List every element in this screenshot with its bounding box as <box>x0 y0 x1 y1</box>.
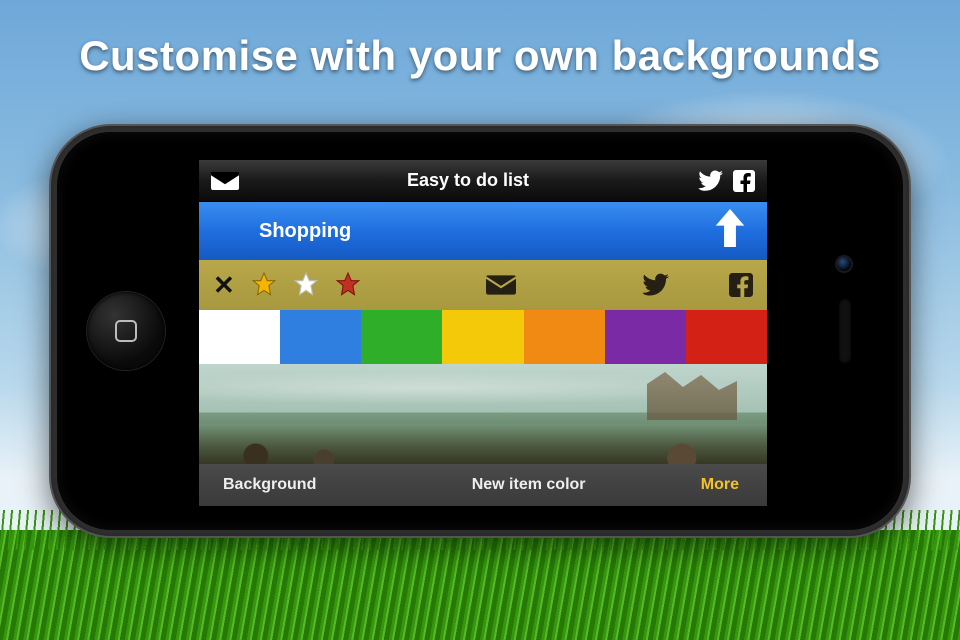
swatch-white[interactable] <box>199 310 280 364</box>
star-white-icon[interactable] <box>293 272 319 298</box>
list-header[interactable]: Shopping <box>199 202 767 260</box>
mail-icon[interactable] <box>211 172 239 190</box>
phone-frame: Easy to do list Shopping ✕ <box>49 124 911 538</box>
swatch-blue[interactable] <box>280 310 361 364</box>
swatch-red[interactable] <box>686 310 767 364</box>
background-preview[interactable] <box>199 364 767 464</box>
toolbar-facebook-icon[interactable] <box>729 273 753 297</box>
list-title: Shopping <box>259 220 351 243</box>
promo-headline: Customise with your own backgrounds <box>0 32 960 80</box>
swatch-green[interactable] <box>361 310 442 364</box>
swatch-orange[interactable] <box>524 310 605 364</box>
star-gold-icon[interactable] <box>251 272 277 298</box>
toolbar-twitter-icon[interactable] <box>641 273 669 297</box>
tab-background[interactable]: Background <box>199 476 423 494</box>
swatch-yellow[interactable] <box>442 310 523 364</box>
swatch-purple[interactable] <box>605 310 686 364</box>
color-swatch-row <box>199 310 767 364</box>
grass-foreground <box>0 530 960 640</box>
toolbar-mail-icon[interactable] <box>486 275 516 295</box>
phone-camera <box>837 257 851 271</box>
twitter-icon[interactable] <box>697 170 723 192</box>
bottom-tabbar: Background New item color More <box>199 464 767 506</box>
tab-new-item-color[interactable]: New item color <box>423 476 633 494</box>
facebook-icon[interactable] <box>733 170 755 192</box>
close-icon[interactable]: ✕ <box>213 272 235 298</box>
star-red-icon[interactable] <box>335 272 361 298</box>
app-screen: Easy to do list Shopping ✕ <box>199 160 767 506</box>
home-button[interactable] <box>87 292 165 370</box>
tab-more[interactable]: More <box>634 476 767 494</box>
background-scenery <box>647 364 737 420</box>
arrow-up-icon[interactable] <box>715 209 745 253</box>
item-toolbar: ✕ <box>199 260 767 310</box>
topbar-title: Easy to do list <box>249 170 687 191</box>
app-topbar: Easy to do list <box>199 160 767 202</box>
phone-speaker <box>839 299 851 363</box>
